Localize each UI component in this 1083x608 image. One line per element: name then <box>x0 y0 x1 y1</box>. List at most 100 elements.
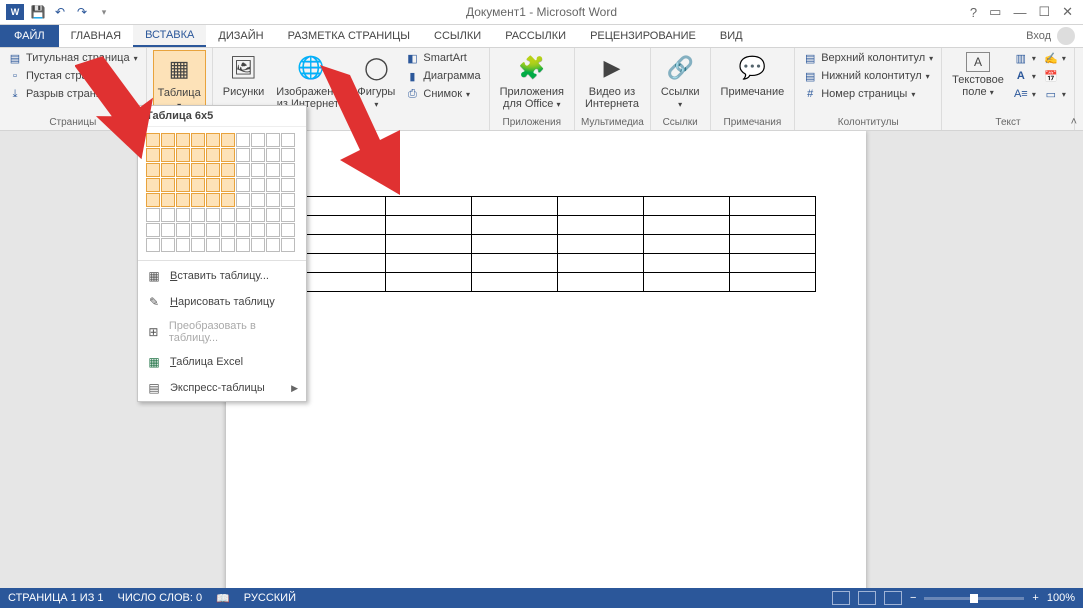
grid-cell[interactable] <box>281 223 295 237</box>
grid-cell[interactable] <box>176 208 190 222</box>
grid-cell[interactable] <box>266 238 280 252</box>
grid-cell[interactable] <box>191 208 205 222</box>
datetime-button[interactable]: 📅 <box>1042 68 1068 84</box>
grid-cell[interactable] <box>251 178 265 192</box>
grid-cell[interactable] <box>251 193 265 207</box>
grid-cell[interactable] <box>236 193 250 207</box>
tab-file[interactable]: ФАЙЛ <box>0 25 59 47</box>
grid-cell[interactable] <box>146 163 160 177</box>
save-icon[interactable]: 💾 <box>30 4 46 20</box>
inserted-table[interactable] <box>299 196 816 292</box>
grid-cell[interactable] <box>206 223 220 237</box>
grid-cell[interactable] <box>236 178 250 192</box>
quick-tables-menu-item[interactable]: ▤Экспресс-таблицы▶ <box>138 375 306 401</box>
zoom-level[interactable]: 100% <box>1047 592 1075 604</box>
draw-table-menu-item[interactable]: ✎Нарисовать таблицу <box>138 289 306 315</box>
grid-cell[interactable] <box>266 223 280 237</box>
grid-cell[interactable] <box>281 178 295 192</box>
grid-cell[interactable] <box>176 223 190 237</box>
chart-button[interactable]: ▮Диаграмма <box>403 68 482 84</box>
grid-cell[interactable] <box>266 193 280 207</box>
sign-in[interactable]: Вход <box>1026 25 1083 47</box>
grid-cell[interactable] <box>146 193 160 207</box>
grid-cell[interactable] <box>191 178 205 192</box>
grid-cell[interactable] <box>221 208 235 222</box>
header-button[interactable]: ▤Верхний колонтитул▾ <box>801 50 935 66</box>
zoom-slider[interactable] <box>924 597 1024 600</box>
grid-cell[interactable] <box>161 193 175 207</box>
grid-cell[interactable] <box>161 163 175 177</box>
tab-review[interactable]: РЕЦЕНЗИРОВАНИЕ <box>578 25 708 47</box>
grid-cell[interactable] <box>251 133 265 147</box>
grid-cell[interactable] <box>281 208 295 222</box>
grid-cell[interactable] <box>146 178 160 192</box>
grid-cell[interactable] <box>236 148 250 162</box>
grid-cell[interactable] <box>146 223 160 237</box>
grid-cell[interactable] <box>236 208 250 222</box>
grid-cell[interactable] <box>146 148 160 162</box>
shapes-button[interactable]: ◯Фигуры▾ <box>353 50 399 113</box>
view-read-icon[interactable] <box>832 591 850 605</box>
status-proofing-icon[interactable]: 📖 <box>216 592 230 605</box>
grid-cell[interactable] <box>206 208 220 222</box>
wordart-button[interactable]: A▾ <box>1012 68 1038 84</box>
online-video-button[interactable]: ▶Видео изИнтернета <box>581 50 643 112</box>
qat-customize-icon[interactable]: ▾ <box>96 4 112 20</box>
grid-cell[interactable] <box>236 163 250 177</box>
ribbon-display-options-icon[interactable]: ▭ <box>989 4 1001 20</box>
page-break-button[interactable]: ⤓Разрыв страницы <box>6 86 140 102</box>
grid-cell[interactable] <box>191 193 205 207</box>
grid-cell[interactable] <box>281 133 295 147</box>
grid-cell[interactable] <box>176 163 190 177</box>
online-pictures-button[interactable]: 🌐Изображенияиз Интернета <box>272 50 349 112</box>
grid-cell[interactable] <box>191 238 205 252</box>
grid-cell[interactable] <box>236 133 250 147</box>
undo-icon[interactable]: ↶ <box>52 4 68 20</box>
view-web-icon[interactable] <box>884 591 902 605</box>
grid-cell[interactable] <box>161 238 175 252</box>
collapse-ribbon-icon[interactable]: ˄ <box>1071 116 1077 128</box>
apps-button[interactable]: 🧩Приложениядля Office ▾ <box>496 50 568 113</box>
grid-cell[interactable] <box>281 238 295 252</box>
grid-cell[interactable] <box>251 148 265 162</box>
screenshot-button[interactable]: ⎙Снимок▾ <box>403 86 482 102</box>
grid-cell[interactable] <box>221 238 235 252</box>
grid-cell[interactable] <box>161 148 175 162</box>
grid-cell[interactable] <box>221 223 235 237</box>
grid-cell[interactable] <box>251 208 265 222</box>
minimize-icon[interactable]: — <box>1013 5 1026 20</box>
zoom-in-icon[interactable]: + <box>1032 592 1038 604</box>
grid-cell[interactable] <box>176 238 190 252</box>
grid-cell[interactable] <box>191 133 205 147</box>
quickparts-button[interactable]: ▥▾ <box>1012 50 1038 66</box>
status-page[interactable]: СТРАНИЦА 1 ИЗ 1 <box>8 592 104 604</box>
grid-cell[interactable] <box>176 148 190 162</box>
footer-button[interactable]: ▤Нижний колонтитул▾ <box>801 68 935 84</box>
grid-cell[interactable] <box>281 193 295 207</box>
object-button[interactable]: ▭▾ <box>1042 86 1068 102</box>
grid-cell[interactable] <box>191 223 205 237</box>
grid-cell[interactable] <box>161 208 175 222</box>
grid-cell[interactable] <box>146 133 160 147</box>
tab-view[interactable]: ВИД <box>708 25 755 47</box>
redo-icon[interactable]: ↷ <box>74 4 90 20</box>
grid-cell[interactable] <box>146 238 160 252</box>
tab-home[interactable]: ГЛАВНАЯ <box>59 25 133 47</box>
grid-cell[interactable] <box>206 148 220 162</box>
pictures-button[interactable]: 🖼Рисунки <box>219 50 269 100</box>
grid-cell[interactable] <box>221 178 235 192</box>
grid-cell[interactable] <box>266 208 280 222</box>
tab-references[interactable]: ССЫЛКИ <box>422 25 493 47</box>
grid-cell[interactable] <box>251 238 265 252</box>
grid-cell[interactable] <box>161 133 175 147</box>
insert-table-menu-item[interactable]: ▦Вставить таблицу... <box>138 263 306 289</box>
grid-cell[interactable] <box>206 133 220 147</box>
zoom-out-icon[interactable]: − <box>910 592 916 604</box>
status-language[interactable]: РУССКИЙ <box>244 592 296 604</box>
links-button[interactable]: 🔗Ссылки▾ <box>657 50 704 113</box>
grid-cell[interactable] <box>161 223 175 237</box>
textbox-button[interactable]: AТекстовоеполе ▾ <box>948 50 1008 101</box>
document-page[interactable] <box>226 131 866 588</box>
grid-cell[interactable] <box>206 178 220 192</box>
grid-cell[interactable] <box>266 178 280 192</box>
